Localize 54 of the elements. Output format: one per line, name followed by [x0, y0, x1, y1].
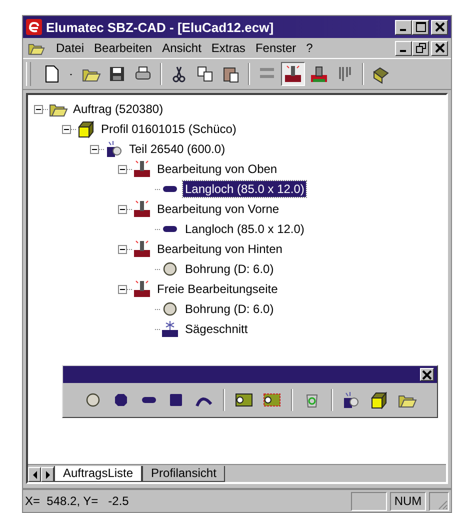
collapse-toggle[interactable]	[118, 164, 127, 174]
machining-icon	[132, 159, 152, 179]
menu-item[interactable]: Extras	[211, 41, 246, 55]
tree-item[interactable]: Bearbeitung von Vorne	[155, 201, 282, 217]
close-icon[interactable]	[434, 43, 444, 53]
tree-item[interactable]: Bearbeitung von Oben	[155, 161, 280, 177]
machining-icon	[132, 239, 152, 259]
tree-item[interactable]: Auftrag (520380)	[71, 101, 166, 117]
menu-item[interactable]: Bearbeiten	[94, 41, 152, 55]
menu-item[interactable]: Datei	[56, 41, 84, 55]
close-icon[interactable]	[434, 22, 444, 32]
maximize-button[interactable]	[412, 20, 429, 34]
left-arrow-icon[interactable]	[32, 470, 38, 478]
collapse-toggle[interactable]	[118, 204, 127, 214]
app-logo-icon	[26, 19, 42, 35]
collapse-toggle[interactable]	[118, 244, 127, 254]
sheet-tab[interactable]: Profilansicht	[142, 466, 226, 482]
cursor-coordinates: X= 548.2, Y= -2.5	[25, 494, 130, 508]
close-button[interactable]	[431, 20, 448, 34]
collapse-toggle[interactable]	[34, 104, 43, 114]
cube-icon	[76, 119, 96, 139]
resize-grip-icon	[429, 492, 449, 510]
tree-item[interactable]: Sägeschnitt	[183, 321, 250, 337]
menu-item[interactable]: ?	[306, 41, 313, 55]
scroll-left-button[interactable]	[28, 467, 41, 482]
tree-item[interactable]: Profil 01601015 (Schüco)	[99, 121, 238, 137]
collapse-toggle[interactable]	[62, 124, 71, 134]
restore-button[interactable]	[412, 40, 429, 56]
menu-item[interactable]: Ansicht	[162, 41, 202, 55]
tree-item[interactable]: Langloch (85.0 x 12.0)	[183, 221, 306, 237]
tree-item[interactable]: Bohrung (D: 6.0)	[183, 261, 276, 277]
saw-icon	[160, 319, 180, 339]
tree-item[interactable]: Freie Bearbeitungseite	[155, 281, 280, 297]
machining-icon	[132, 279, 152, 299]
collapse-toggle[interactable]	[118, 284, 127, 294]
status-indicator: NUM	[390, 492, 426, 510]
right-arrow-icon[interactable]	[44, 470, 50, 478]
tree-item[interactable]: Bearbeitung von Hinten	[155, 241, 284, 257]
scroll-right-button[interactable]	[41, 467, 54, 482]
sheet-tab[interactable]: AuftragsListe	[54, 466, 142, 482]
minimize-button[interactable]	[395, 40, 412, 56]
machining-icon	[132, 199, 152, 219]
menu-item[interactable]: Fenster	[255, 41, 296, 55]
status-pane	[351, 492, 387, 510]
restore-icon[interactable]	[416, 43, 426, 53]
tree-item[interactable]: Bohrung (D: 6.0)	[183, 301, 276, 317]
tree-item[interactable]: Langloch (85.0 x 12.0)	[183, 181, 306, 197]
tree-item[interactable]: Teil 26540 (600.0)	[127, 141, 228, 157]
close-button[interactable]	[431, 40, 448, 56]
minimize-button[interactable]	[395, 20, 412, 34]
part-icon	[104, 139, 124, 159]
maximize-icon[interactable]	[416, 22, 426, 32]
window-title: Elumatec SBZ-CAD - [EluCad12.ecw]	[46, 20, 275, 34]
collapse-toggle[interactable]	[90, 144, 99, 154]
